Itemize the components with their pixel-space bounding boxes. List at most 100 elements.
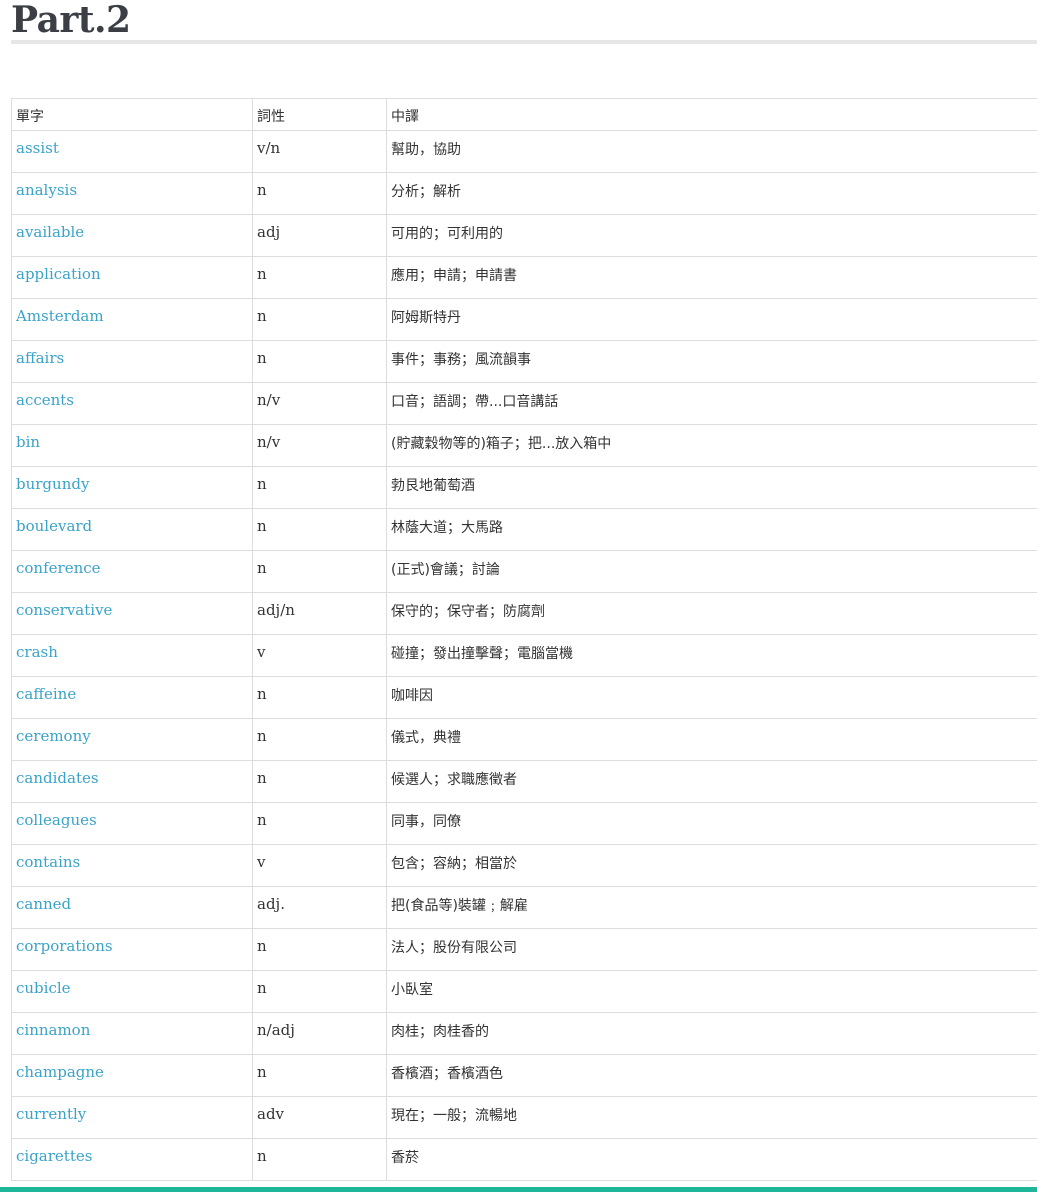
word-link[interactable]: bin xyxy=(11,424,253,467)
translation: 咖啡因 xyxy=(386,676,1037,719)
table-row: candidates n 候選人；求職應徵者 xyxy=(11,760,1037,803)
word-link[interactable]: currently xyxy=(11,1096,253,1139)
part-of-speech: n xyxy=(252,508,387,551)
translation: 碰撞；發出撞擊聲；電腦當機 xyxy=(386,634,1037,677)
translation: 分析；解析 xyxy=(386,172,1037,215)
word-link[interactable]: caffeine xyxy=(11,676,253,719)
part-of-speech: n xyxy=(252,550,387,593)
word-link[interactable]: cinnamon xyxy=(11,1012,253,1055)
table-row: assist v/n 幫助，協助 xyxy=(11,130,1037,173)
part-of-speech: n xyxy=(252,1054,387,1097)
word-link[interactable]: cubicle xyxy=(11,970,253,1013)
table-row: analysis n 分析；解析 xyxy=(11,172,1037,215)
translation: 小臥室 xyxy=(386,970,1037,1013)
word-link[interactable]: candidates xyxy=(11,760,253,803)
word-link[interactable]: crash xyxy=(11,634,253,677)
word-link[interactable]: corporations xyxy=(11,928,253,971)
translation: 把(食品等)裝罐﹔解雇 xyxy=(386,886,1037,929)
part-of-speech: adj/n xyxy=(252,592,387,635)
translation: 可用的；可利用的 xyxy=(386,214,1037,257)
table-row: bin n/v (貯藏穀物等的)箱子；把...放入箱中 xyxy=(11,424,1037,467)
table-header-row: 單字 詞性 中譯 xyxy=(11,98,1037,131)
part-of-speech: adv xyxy=(252,1096,387,1139)
word-link[interactable]: contains xyxy=(11,844,253,887)
table-row: conservative adj/n 保守的；保守者；防腐劑 xyxy=(11,592,1037,635)
word-link[interactable]: analysis xyxy=(11,172,253,215)
table-row: boulevard n 林蔭大道；大馬路 xyxy=(11,508,1037,551)
translation: 法人；股份有限公司 xyxy=(386,928,1037,971)
table-row: accents n/v 口音；語調；帶...口音講話 xyxy=(11,382,1037,425)
translation: 幫助，協助 xyxy=(386,130,1037,173)
translation: 現在；一般；流暢地 xyxy=(386,1096,1037,1139)
part-of-speech: n xyxy=(252,172,387,215)
page-title: Part.2 xyxy=(11,0,131,41)
header-word: 單字 xyxy=(11,98,253,131)
word-link[interactable]: cigarettes xyxy=(11,1138,253,1181)
word-link[interactable]: conservative xyxy=(11,592,253,635)
word-link[interactable]: ceremony xyxy=(11,718,253,761)
table-row: colleagues n 同事，同僚 xyxy=(11,802,1037,845)
table-row: affairs n 事件；事務；風流韻事 xyxy=(11,340,1037,383)
translation: 口音；語調；帶...口音講話 xyxy=(386,382,1037,425)
word-link[interactable]: affairs xyxy=(11,340,253,383)
part-of-speech: v xyxy=(252,634,387,677)
table-row: currently adv 現在；一般；流暢地 xyxy=(11,1096,1037,1139)
word-link[interactable]: champagne xyxy=(11,1054,253,1097)
part-of-speech: n xyxy=(252,1138,387,1181)
table-row: cubicle n 小臥室 xyxy=(11,970,1037,1013)
table-row: ceremony n 儀式，典禮 xyxy=(11,718,1037,761)
table-row: burgundy n 勃艮地葡萄酒 xyxy=(11,466,1037,509)
word-link[interactable]: burgundy xyxy=(11,466,253,509)
word-link[interactable]: application xyxy=(11,256,253,299)
word-link[interactable]: conference xyxy=(11,550,253,593)
table-row: available adj 可用的；可利用的 xyxy=(11,214,1037,257)
part-of-speech: v/n xyxy=(252,130,387,173)
header-part-of-speech: 詞性 xyxy=(252,98,387,131)
footer-accent-bar xyxy=(0,1187,1037,1192)
word-link[interactable]: assist xyxy=(11,130,253,173)
table-row: canned adj. 把(食品等)裝罐﹔解雇 xyxy=(11,886,1037,929)
part-of-speech: n xyxy=(252,256,387,299)
word-link[interactable]: Amsterdam xyxy=(11,298,253,341)
translation: 香菸 xyxy=(386,1138,1037,1181)
part-of-speech: n xyxy=(252,928,387,971)
part-of-speech: n xyxy=(252,970,387,1013)
table-row: contains v 包含；容納；相當於 xyxy=(11,844,1037,887)
translation: 肉桂；肉桂香的 xyxy=(386,1012,1037,1055)
part-of-speech: adj. xyxy=(252,886,387,929)
table-row: caffeine n 咖啡因 xyxy=(11,676,1037,719)
part-of-speech: v xyxy=(252,844,387,887)
translation: 儀式，典禮 xyxy=(386,718,1037,761)
part-of-speech: n xyxy=(252,298,387,341)
part-of-speech: adj xyxy=(252,214,387,257)
translation: 阿姆斯特丹 xyxy=(386,298,1037,341)
part-of-speech: n/v xyxy=(252,424,387,467)
table-row: cinnamon n/adj 肉桂；肉桂香的 xyxy=(11,1012,1037,1055)
translation: 林蔭大道；大馬路 xyxy=(386,508,1037,551)
table-row: crash v 碰撞；發出撞擊聲；電腦當機 xyxy=(11,634,1037,677)
translation: 勃艮地葡萄酒 xyxy=(386,466,1037,509)
part-of-speech: n xyxy=(252,802,387,845)
table-row: champagne n 香檳酒；香檳酒色 xyxy=(11,1054,1037,1097)
translation: 同事，同僚 xyxy=(386,802,1037,845)
table-row: corporations n 法人；股份有限公司 xyxy=(11,928,1037,971)
part-of-speech: n xyxy=(252,466,387,509)
part-of-speech: n/v xyxy=(252,382,387,425)
part-of-speech: n xyxy=(252,718,387,761)
header-translation: 中譯 xyxy=(386,98,1037,131)
word-link[interactable]: boulevard xyxy=(11,508,253,551)
table-row: cigarettes n 香菸 xyxy=(11,1138,1037,1181)
table-row: Amsterdam n 阿姆斯特丹 xyxy=(11,298,1037,341)
word-link[interactable]: available xyxy=(11,214,253,257)
word-link[interactable]: colleagues xyxy=(11,802,253,845)
part-of-speech: n/adj xyxy=(252,1012,387,1055)
part-of-speech: n xyxy=(252,676,387,719)
table-row: application n 應用；申請；申請書 xyxy=(11,256,1037,299)
table-body: assist v/n 幫助，協助 analysis n 分析；解析 available a… xyxy=(11,130,1037,1181)
part-of-speech: n xyxy=(252,340,387,383)
word-link[interactable]: accents xyxy=(11,382,253,425)
translation: 保守的；保守者；防腐劑 xyxy=(386,592,1037,635)
word-link[interactable]: canned xyxy=(11,886,253,929)
vocabulary-table: 單字 詞性 中譯 assist v/n 幫助，協助 analysis n 分析；解析 a… xyxy=(11,98,1037,1181)
part-of-speech: n xyxy=(252,760,387,803)
